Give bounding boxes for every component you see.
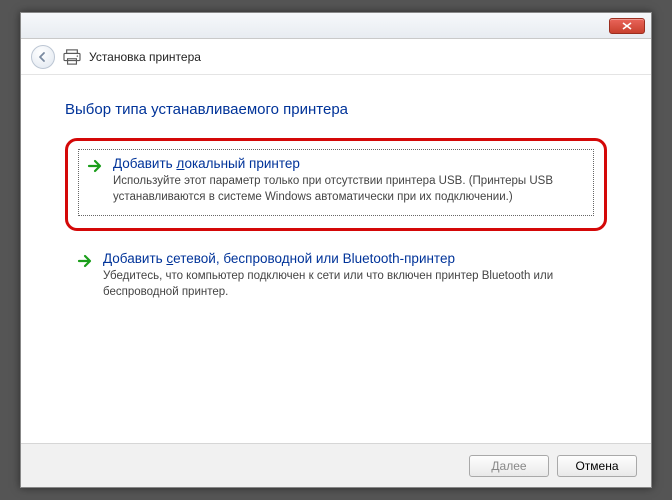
option-desc: Используйте этот параметр только при отс… — [113, 173, 585, 205]
footer: Далее Отмена — [21, 443, 651, 487]
back-button[interactable] — [31, 45, 55, 69]
option-title: Добавить локальный принтер — [113, 156, 585, 171]
option-title: Добавить сетевой, беспроводной или Bluet… — [103, 251, 595, 266]
arrow-right-icon — [87, 158, 103, 174]
option-desc: Убедитесь, что компьютер подключен к сет… — [103, 268, 595, 300]
option-body: Добавить локальный принтер Используйте э… — [113, 156, 585, 205]
option-network-printer[interactable]: Добавить сетевой, беспроводной или Bluet… — [65, 241, 607, 314]
printer-icon — [63, 49, 81, 65]
content-area: Выбор типа устанавливаемого принтера Доб… — [21, 75, 651, 443]
header: Установка принтера — [21, 39, 651, 75]
close-icon — [622, 22, 632, 30]
page-heading: Выбор типа устанавливаемого принтера — [65, 101, 607, 118]
next-button: Далее — [469, 455, 549, 477]
close-button[interactable] — [609, 18, 645, 34]
option-local-printer[interactable]: Добавить локальный принтер Используйте э… — [65, 138, 607, 231]
option-body: Добавить сетевой, беспроводной или Bluet… — [103, 251, 595, 300]
arrow-left-icon — [37, 51, 49, 63]
cancel-button[interactable]: Отмена — [557, 455, 637, 477]
arrow-right-icon — [77, 253, 93, 269]
titlebar — [21, 13, 651, 39]
header-title: Установка принтера — [89, 50, 201, 64]
dialog-window: Установка принтера Выбор типа устанавлив… — [20, 12, 652, 488]
